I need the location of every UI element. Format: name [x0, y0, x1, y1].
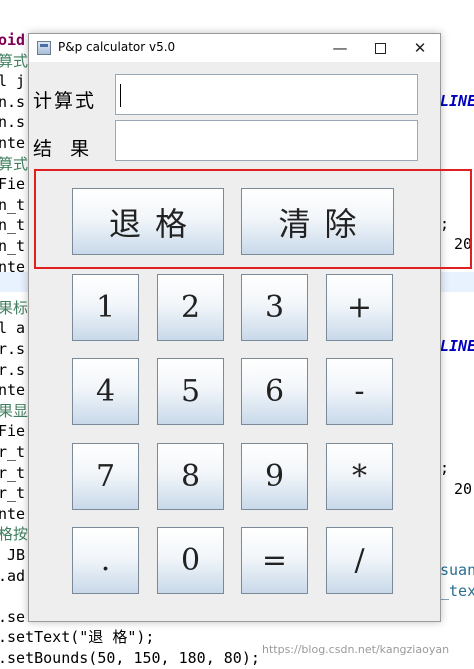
- watermark: https://blog.csdn.net/kangziaoyan: [262, 643, 450, 656]
- code-line: 算式: [0, 51, 29, 70]
- title-bar[interactable]: P&p calculator v5.0 — ✕: [29, 34, 440, 62]
- window-title: P&p calculator v5.0: [58, 40, 176, 54]
- code-line: JB: [0, 546, 26, 564]
- key-3-button[interactable]: 3: [241, 274, 308, 341]
- code-line: n.s: [0, 113, 26, 132]
- expression-label: 计算式: [33, 90, 97, 112]
- code-fragment: ;: [440, 459, 450, 477]
- key-5-button[interactable]: 5: [157, 358, 224, 425]
- code-line: .ad: [0, 566, 26, 585]
- key-8-button[interactable]: 8: [157, 443, 224, 510]
- code-line: nte: [0, 504, 26, 523]
- key-minus-button[interactable]: -: [326, 358, 393, 425]
- result-label: 结 果: [33, 138, 92, 160]
- result-output[interactable]: [115, 120, 418, 161]
- key-0-button[interactable]: 0: [157, 527, 224, 594]
- code-line: .se: [0, 607, 26, 626]
- code-line: n_t: [0, 237, 26, 255]
- code-fragment: 20): [454, 480, 474, 498]
- key-equals-button[interactable]: =: [241, 527, 308, 594]
- key-plus-button[interactable]: +: [326, 274, 393, 341]
- code-fragment: LINE: [440, 92, 474, 110]
- key-2-button[interactable]: 2: [157, 274, 224, 341]
- code-line: 果标: [0, 298, 29, 317]
- key-1-button[interactable]: 1: [72, 274, 139, 341]
- code-line: Fie: [0, 175, 26, 194]
- code-line: l a: [0, 319, 26, 338]
- code-line: nte: [0, 257, 26, 276]
- key-multiply-button[interactable]: *: [326, 443, 393, 510]
- code-line: r_t: [0, 463, 26, 482]
- code-line: .setBounds(50, 150, 180, 80);: [0, 649, 260, 667]
- code-line: nte: [0, 381, 26, 400]
- code-line: 格按: [0, 525, 29, 544]
- maximize-icon: [374, 43, 386, 54]
- annotation-highlight-box: [34, 169, 472, 269]
- minimize-button[interactable]: —: [320, 34, 360, 62]
- key-7-button[interactable]: 7: [72, 443, 139, 510]
- key-dot-button[interactable]: .: [72, 527, 139, 594]
- code-line: r.s: [0, 360, 26, 379]
- code-line: 算式: [0, 154, 29, 173]
- key-divide-button[interactable]: /: [326, 527, 393, 594]
- code-line: l j: [0, 72, 26, 91]
- java-app-icon: [37, 41, 51, 55]
- code-line: oid: [0, 31, 26, 49]
- code-line: r.s: [0, 340, 26, 358]
- code-fragment: suan: [440, 561, 474, 579]
- code-line: n_t: [0, 195, 26, 214]
- key-6-button[interactable]: 6: [241, 358, 308, 425]
- code-line: Fie: [0, 422, 26, 441]
- calculator-window: P&p calculator v5.0 — ✕ 计算式 结 果 退格 清除 12…: [28, 33, 441, 622]
- code-fragment: _tex: [440, 582, 474, 600]
- key-4-button[interactable]: 4: [72, 358, 139, 425]
- code-fragment: LINE: [440, 337, 474, 355]
- code-line: r_t: [0, 443, 26, 461]
- text-caret: [120, 84, 121, 107]
- code-line: n.s: [0, 92, 26, 111]
- code-line: 果显: [0, 401, 29, 420]
- code-line: n_t: [0, 216, 26, 235]
- code-line: r_t: [0, 484, 26, 503]
- expression-input[interactable]: [115, 74, 418, 115]
- code-line: .setText("退 格");: [0, 628, 155, 647]
- code-line: nte: [0, 134, 26, 152]
- key-9-button[interactable]: 9: [241, 443, 308, 510]
- maximize-button[interactable]: [360, 34, 400, 62]
- close-button[interactable]: ✕: [400, 34, 440, 62]
